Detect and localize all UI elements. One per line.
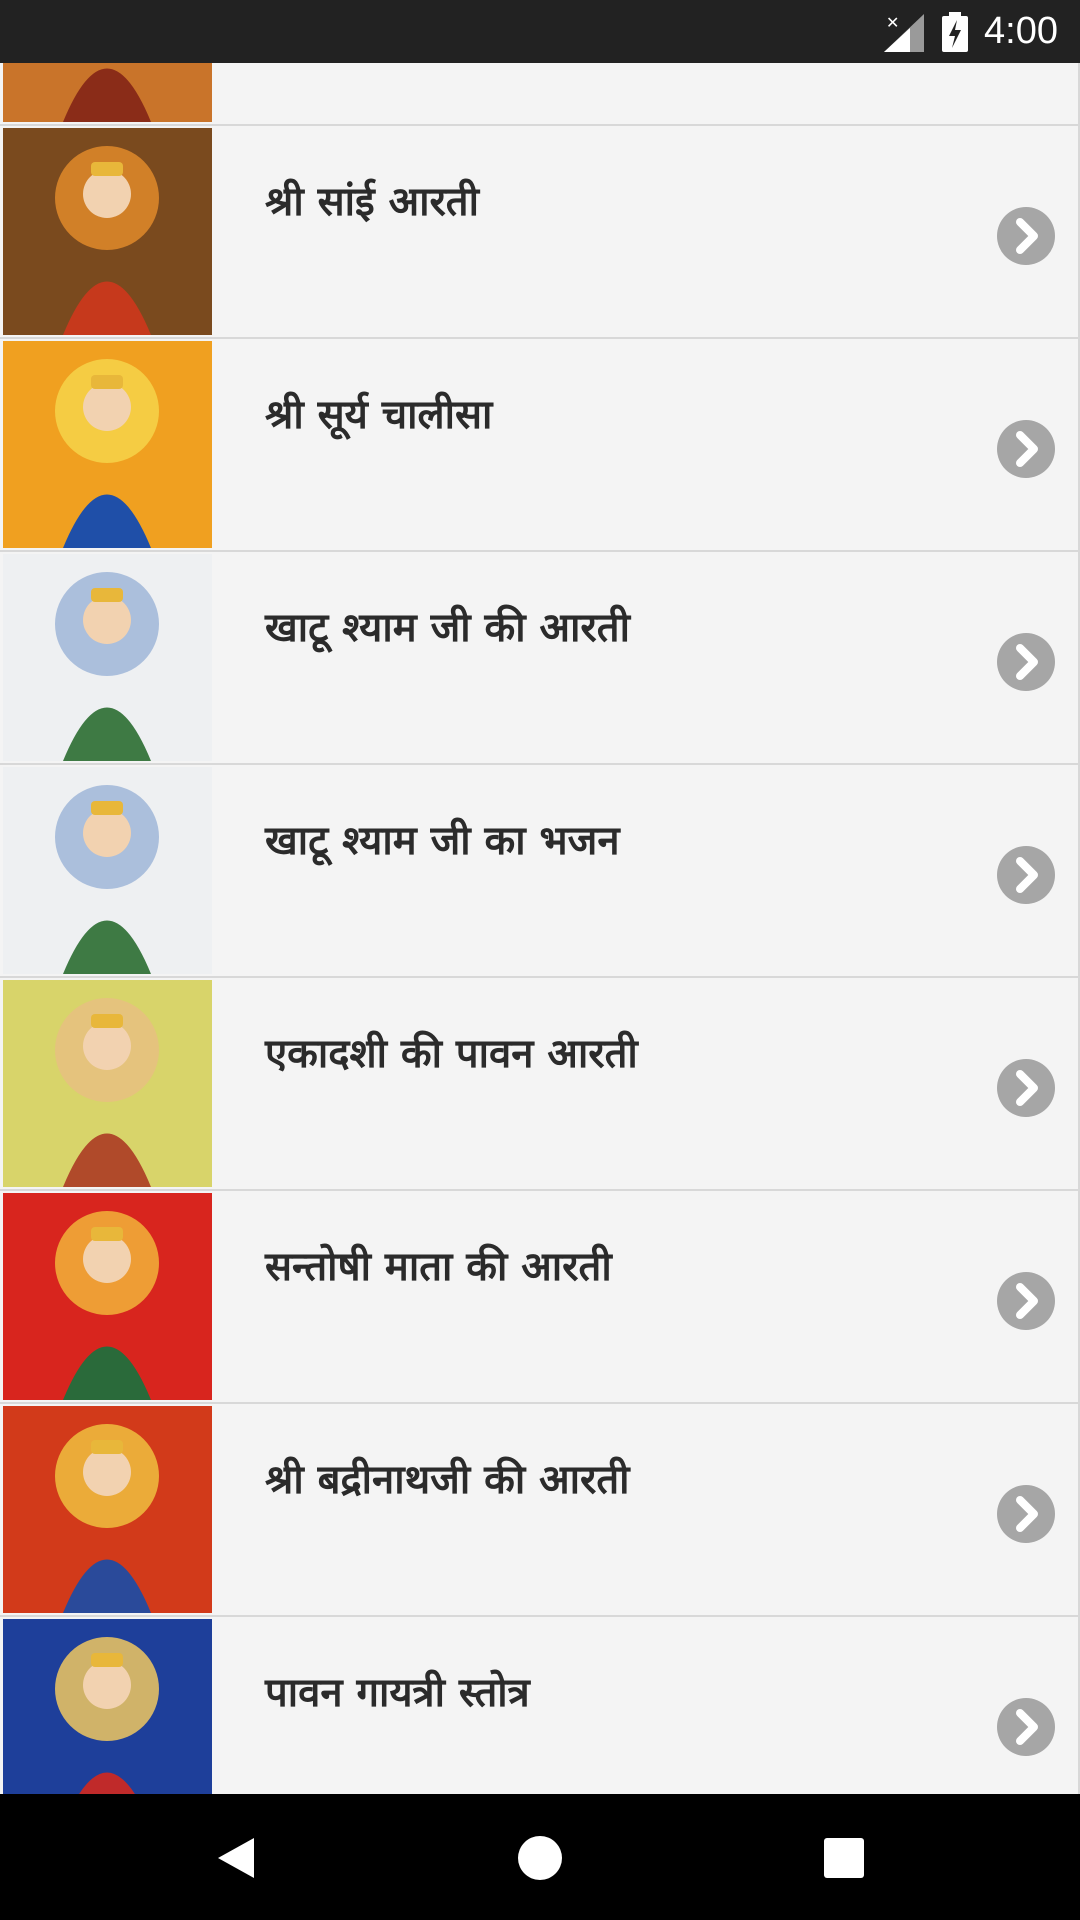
list-item[interactable]: श्री बद्रीनाथजी की आरती — [0, 1404, 1080, 1617]
list-viewport[interactable]: हनुमान जी की आरती श्री सांई आरती श्री सूर्… — [0, 63, 1080, 1794]
battery-charging-icon — [942, 12, 968, 52]
prayer-list: हनुमान जी की आरती श्री सांई आरती श्री सूर्… — [0, 63, 1080, 1794]
chevron-right-icon[interactable] — [997, 633, 1055, 691]
deity-thumbnail — [3, 63, 212, 122]
item-title: सन्तोषी माता की आरती — [265, 1244, 612, 1290]
item-title: खाटू श्याम जी की आरती — [265, 605, 630, 651]
chevron-right-icon[interactable] — [997, 420, 1055, 478]
status-time: 4:00 — [984, 10, 1058, 52]
deity-thumbnail — [3, 767, 212, 974]
item-title: एकादशी की पावन आरती — [265, 1031, 638, 1077]
chevron-right-icon[interactable] — [997, 1059, 1055, 1117]
deity-thumbnail — [3, 980, 212, 1187]
chevron-right-icon[interactable] — [997, 1485, 1055, 1543]
navigation-bar — [0, 1794, 1080, 1920]
list-item[interactable]: सन्तोषी माता की आरती — [0, 1191, 1080, 1404]
list-item[interactable]: एकादशी की पावन आरती — [0, 978, 1080, 1191]
deity-thumbnail — [3, 1619, 212, 1794]
chevron-right-icon[interactable] — [997, 1698, 1055, 1756]
list-item[interactable]: श्री सूर्य चालीसा — [0, 339, 1080, 552]
home-circle-icon[interactable] — [518, 1836, 562, 1880]
chevron-right-icon[interactable] — [997, 1272, 1055, 1330]
list-item[interactable]: पावन गायत्री स्तोत्र — [0, 1617, 1080, 1794]
chevron-right-icon[interactable] — [997, 846, 1055, 904]
status-bar: ✕ 4:00 — [0, 0, 1080, 63]
deity-thumbnail — [3, 128, 212, 335]
item-title: श्री सांई आरती — [265, 179, 479, 225]
deity-thumbnail — [3, 554, 212, 761]
deity-thumbnail — [3, 1406, 212, 1613]
chevron-right-icon[interactable] — [997, 207, 1055, 265]
back-triangle-icon[interactable] — [214, 1836, 258, 1880]
recents-square-icon[interactable] — [824, 1838, 864, 1878]
item-title: खाटू श्याम जी का भजन — [265, 818, 620, 864]
list-item[interactable]: खाटू श्याम जी की आरती — [0, 552, 1080, 765]
item-title: पावन गायत्री स्तोत्र — [265, 1670, 530, 1716]
signal-icon: ✕ — [884, 14, 924, 52]
svg-text:✕: ✕ — [886, 14, 899, 32]
deity-thumbnail — [3, 1193, 212, 1400]
item-title: श्री सूर्य चालीसा — [265, 392, 493, 438]
list-item[interactable]: खाटू श्याम जी का भजन — [0, 765, 1080, 978]
list-item[interactable]: हनुमान जी की आरती — [0, 63, 1080, 126]
deity-thumbnail — [3, 341, 212, 548]
list-item[interactable]: श्री सांई आरती — [0, 126, 1080, 339]
item-title: श्री बद्रीनाथजी की आरती — [265, 1457, 630, 1503]
